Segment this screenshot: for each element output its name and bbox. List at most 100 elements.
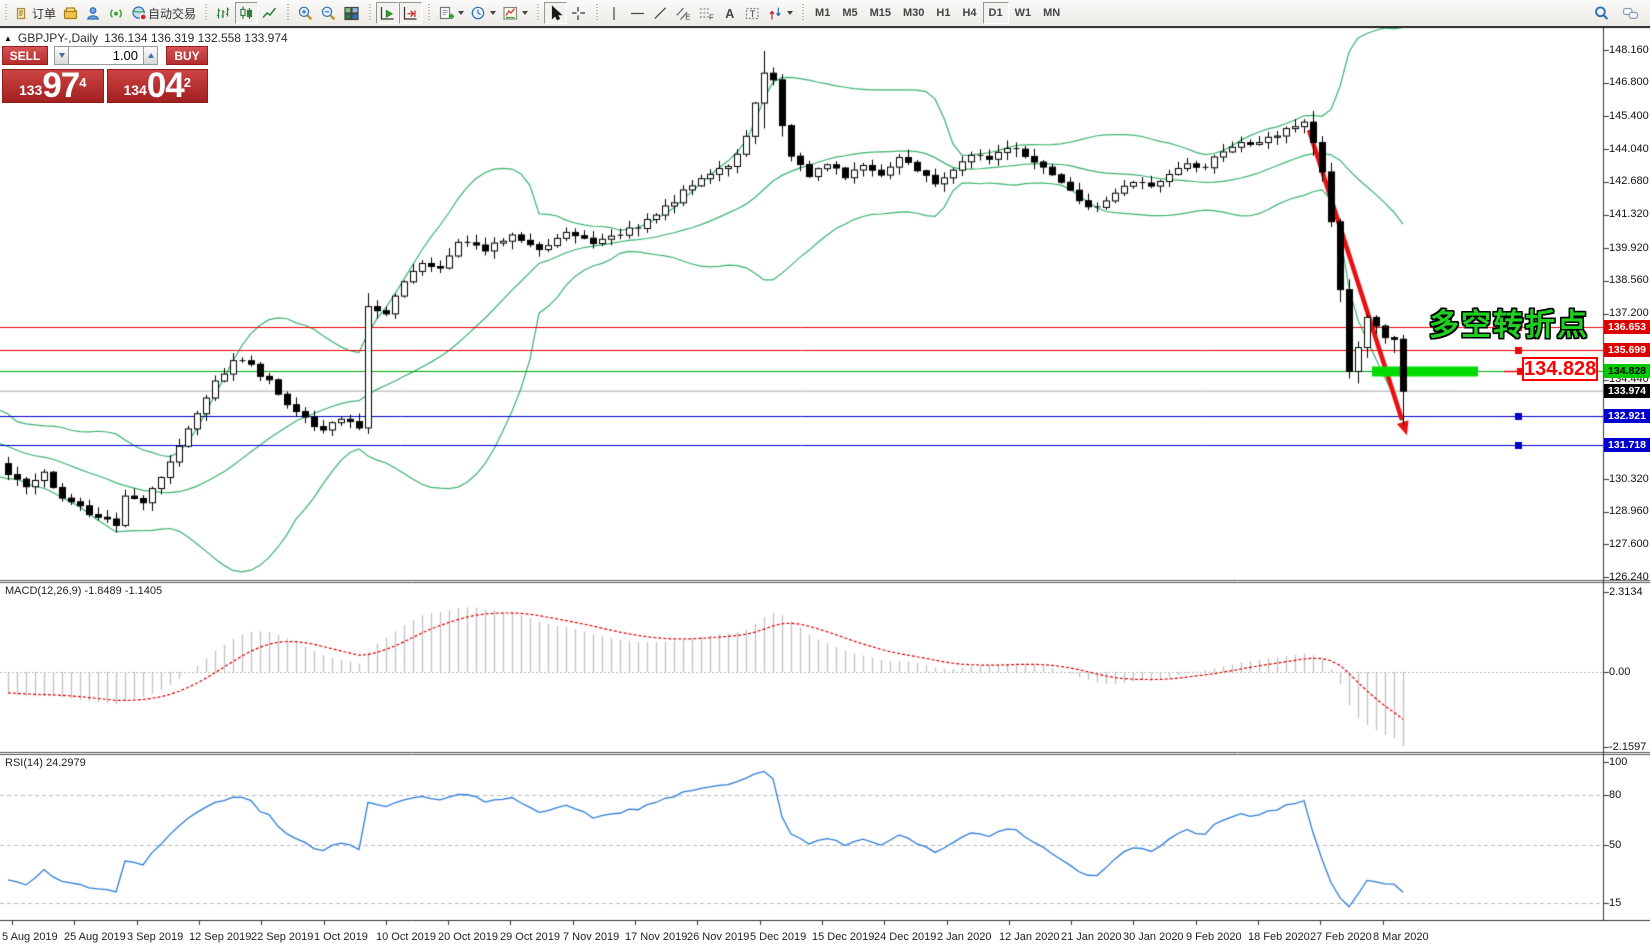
cursor-icon	[547, 4, 564, 22]
candle-chart-button[interactable]	[235, 2, 259, 24]
macd-indicator-label: MACD(12,26,9) -1.8489 -1.1405	[5, 585, 163, 597]
fibonacci-button[interactable]: F	[695, 2, 718, 24]
volume-increase-button[interactable]	[143, 46, 158, 65]
chart-shift-button[interactable]	[399, 2, 423, 24]
toolbar-group	[375, 0, 423, 26]
dropdown-arrow-icon[interactable]	[490, 11, 497, 15]
chat-button[interactable]	[1619, 2, 1642, 24]
text-button[interactable]: A	[718, 2, 741, 24]
toolbar-group	[434, 0, 532, 26]
search-button[interactable]	[1590, 2, 1613, 24]
zoomout-icon	[320, 5, 337, 22]
triangle-up-icon	[147, 53, 154, 58]
price-axis[interactable]: 148.160 146.800 145.400 144.040 142.680 141.3…	[1604, 0, 1650, 949]
timeframe-mn-button[interactable]: MN	[1037, 2, 1066, 24]
price-level-badge: 131.718	[1604, 438, 1650, 453]
signals-button[interactable]	[105, 2, 128, 24]
date-tick-label: 7 Nov 2019	[563, 931, 620, 943]
price-chart-canvas[interactable]	[0, 0, 1650, 949]
date-tick-label: 18 Feb 2020	[1248, 931, 1310, 943]
date-tick-label: 5 Aug 2019	[2, 931, 58, 943]
buy-price-pips: 04	[146, 66, 185, 106]
bars-icon	[215, 5, 232, 22]
autotrading-button[interactable]: 自动交易	[128, 2, 199, 24]
time-axis[interactable]: 5 Aug 2019 25 Aug 2019 3 Sep 2019 12 Sep 20…	[0, 928, 1650, 949]
auto-scroll-button[interactable]	[376, 2, 400, 24]
toolbar-drag-handle[interactable]	[535, 4, 541, 22]
tile-windows-button[interactable]	[340, 2, 363, 24]
label-button[interactable]: T	[741, 2, 764, 24]
vline-icon	[606, 5, 623, 22]
sell-price-pips: 97	[42, 66, 80, 106]
indicators-button[interactable]	[435, 2, 467, 24]
date-tick-label: 22 Sep 2019	[251, 931, 314, 943]
rsi-tick-label: 50	[1609, 838, 1622, 851]
dropdown-arrow-icon[interactable]	[522, 11, 529, 15]
templates-button[interactable]	[499, 2, 531, 24]
vertical-line-button[interactable]	[603, 2, 626, 24]
new-order-button[interactable]: 订单	[12, 2, 59, 24]
price-level-badge: 133.974	[1604, 384, 1650, 399]
price-tick-label: 146.800	[1609, 76, 1649, 89]
zoom-in-button[interactable]	[294, 2, 317, 24]
sell-price-display[interactable]: 133 97 4	[2, 69, 104, 103]
sell-price-figure: 133	[18, 82, 43, 98]
bar-chart-button[interactable]	[212, 2, 235, 24]
magnify-icon	[1593, 5, 1610, 22]
turning-point-annotation[interactable]: 多空转折点	[1429, 300, 1589, 344]
toolbar-drag-handle[interactable]	[800, 4, 806, 22]
buy-price-display[interactable]: 134 04 2	[106, 66, 208, 106]
date-tick-label: 2 Jan 2020	[937, 931, 992, 943]
toolbar-drag-handle[interactable]	[285, 4, 291, 22]
date-tick-label: 26 Nov 2019	[687, 931, 750, 943]
timeframe-m15-button[interactable]: M15	[864, 2, 897, 24]
date-tick-label: 1 Oct 2019	[314, 931, 368, 943]
date-tick-label: 9 Feb 2020	[1186, 931, 1242, 943]
price-tick-label: 130.320	[1609, 472, 1649, 485]
channel-button[interactable]: E	[672, 2, 695, 24]
buy-button[interactable]: BUY	[166, 46, 208, 65]
globe-icon	[131, 5, 148, 22]
periods-button[interactable]	[467, 2, 499, 24]
volume-input[interactable]	[69, 46, 143, 65]
crosshair-button[interactable]	[567, 2, 590, 24]
dropdown-arrow-icon[interactable]	[787, 11, 794, 15]
toolbar-group: EFAT	[602, 0, 797, 26]
toolbar-right-group	[1590, 2, 1642, 24]
autoscroll-icon	[379, 5, 396, 22]
sell-button[interactable]: SELL	[2, 46, 48, 65]
linech-icon	[261, 5, 278, 22]
timeframe-d1-button[interactable]: D1	[982, 2, 1009, 24]
price-level-badge: 132.921	[1604, 409, 1650, 424]
arrows-button[interactable]	[764, 2, 796, 24]
timeframe-h1-button[interactable]: H1	[930, 2, 956, 24]
toolbar-drag-handle[interactable]	[594, 4, 600, 22]
toolbar-drag-handle[interactable]	[426, 4, 432, 22]
toolbar-drag-handle[interactable]	[367, 4, 373, 22]
profile-button[interactable]	[82, 2, 105, 24]
date-tick-label: 8 Mar 2020	[1373, 931, 1429, 943]
date-tick-label: 30 Jan 2020	[1123, 931, 1184, 943]
timeframe-m1-button[interactable]: M1	[809, 2, 836, 24]
date-tick-label: 3 Sep 2019	[127, 931, 184, 943]
timeframe-w1-button[interactable]: W1	[1009, 2, 1038, 24]
timeframe-m30-button[interactable]: M30	[897, 2, 930, 24]
price-tick-label: 126.240	[1609, 570, 1649, 583]
macd-tick-label: 2.3134	[1609, 585, 1643, 598]
toolbar-group	[543, 0, 591, 26]
line-chart-button[interactable]	[258, 2, 281, 24]
volume-decrease-button[interactable]	[54, 46, 69, 65]
timeframe-h4-button[interactable]: H4	[956, 2, 982, 24]
price-callout-label[interactable]: 134.828	[1522, 357, 1598, 381]
zoom-out-button[interactable]	[317, 2, 340, 24]
toolbar-drag-handle[interactable]	[3, 4, 8, 22]
horizontal-line-button[interactable]	[626, 2, 649, 24]
toolbar-drag-handle[interactable]	[203, 4, 209, 22]
trendline-button[interactable]	[649, 2, 672, 24]
labelT-icon: T	[744, 5, 761, 22]
cursor-button[interactable]	[544, 2, 568, 24]
timeframe-m5-button[interactable]: M5	[836, 2, 863, 24]
dropdown-arrow-icon[interactable]	[458, 11, 465, 15]
price-tick-label: 138.560	[1609, 274, 1649, 287]
market-watch-button[interactable]	[59, 2, 82, 24]
